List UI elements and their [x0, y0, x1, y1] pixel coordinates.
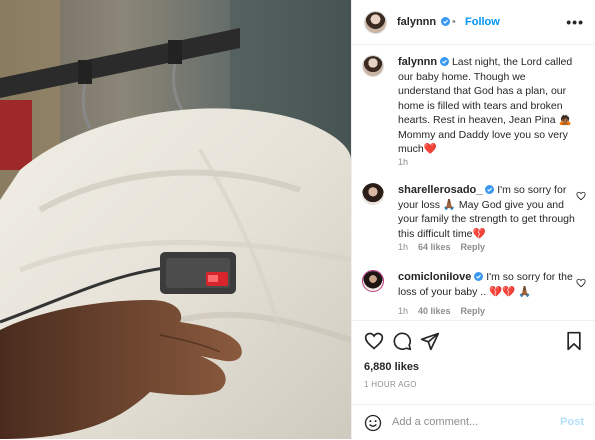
caption-username[interactable]: falynnn [398, 56, 437, 68]
more-icon[interactable]: ••• [566, 14, 584, 30]
post-side-panel: falynnn • Follow ••• falynnn Last night,… [351, 0, 595, 439]
comments-list: falynnn Last night, the Lord called our … [352, 45, 595, 320]
instagram-post: falynnn • Follow ••• falynnn Last night,… [0, 0, 595, 439]
post-comment-button[interactable]: Post [560, 416, 584, 428]
bookmark-icon[interactable] [564, 331, 584, 351]
comment-like-heart-icon[interactable] [576, 278, 586, 288]
caption-meta: 1h [398, 157, 408, 167]
verified-icon [474, 272, 484, 281]
caption-age[interactable]: 1h [398, 157, 408, 167]
caption-text: Last night, the Lord called our baby hom… [398, 56, 573, 155]
comment: sharellerosado_ I'm so sorry for your lo… [362, 183, 586, 253]
author-avatar[interactable] [364, 11, 387, 34]
header-separator: • [452, 16, 456, 28]
commenter-avatar[interactable] [362, 270, 384, 292]
comment-reply-button[interactable]: Reply [461, 242, 486, 252]
photo-illustration [0, 0, 351, 439]
post-photo[interactable] [0, 0, 351, 439]
comment-meta: 1h 64 likes Reply [398, 242, 485, 252]
post-header: falynnn • Follow ••• [352, 0, 595, 45]
comment: comicloniIove I'm so sorry for the loss … [362, 270, 586, 320]
share-icon[interactable] [420, 331, 440, 351]
caption: falynnn Last night, the Lord called our … [362, 55, 586, 175]
comment-input[interactable]: Add a comment... [392, 416, 478, 428]
emoji-icon[interactable] [364, 414, 382, 432]
comment-text-block: comicloniIove I'm so sorry for the loss … [398, 270, 578, 299]
comment-likes[interactable]: 64 likes [418, 242, 451, 252]
post-actions: 6,880 likes 1 HOUR AGO Add a comment... … [352, 320, 595, 439]
comment-username[interactable]: sharellerosado_ [398, 184, 482, 196]
comment-username[interactable]: comicloniIove [398, 271, 471, 283]
comment-text-block: sharellerosado_ I'm so sorry for your lo… [398, 183, 578, 241]
caption-avatar[interactable] [362, 55, 384, 77]
likes-count[interactable]: 6,880 likes [364, 361, 419, 373]
commenter-avatar[interactable] [362, 183, 384, 205]
comment-reply-button[interactable]: Reply [461, 306, 486, 316]
add-comment-bar: Add a comment... Post [352, 404, 595, 440]
author-username[interactable]: falynnn [397, 16, 436, 28]
comment-icon[interactable] [392, 331, 412, 351]
heart-icon[interactable] [364, 331, 384, 351]
caption-text-block: falynnn Last night, the Lord called our … [398, 55, 578, 157]
comment-likes[interactable]: 40 likes [418, 306, 451, 316]
comment-like-heart-icon[interactable] [576, 191, 586, 201]
verified-icon [440, 57, 450, 66]
post-timestamp[interactable]: 1 HOUR AGO [364, 380, 417, 389]
comment-age[interactable]: 1h [398, 306, 408, 316]
follow-button[interactable]: Follow [465, 16, 500, 28]
comment-meta: 1h 40 likes Reply [398, 306, 485, 316]
comment-age[interactable]: 1h [398, 242, 408, 252]
verified-icon [441, 17, 450, 26]
verified-icon [485, 185, 495, 194]
